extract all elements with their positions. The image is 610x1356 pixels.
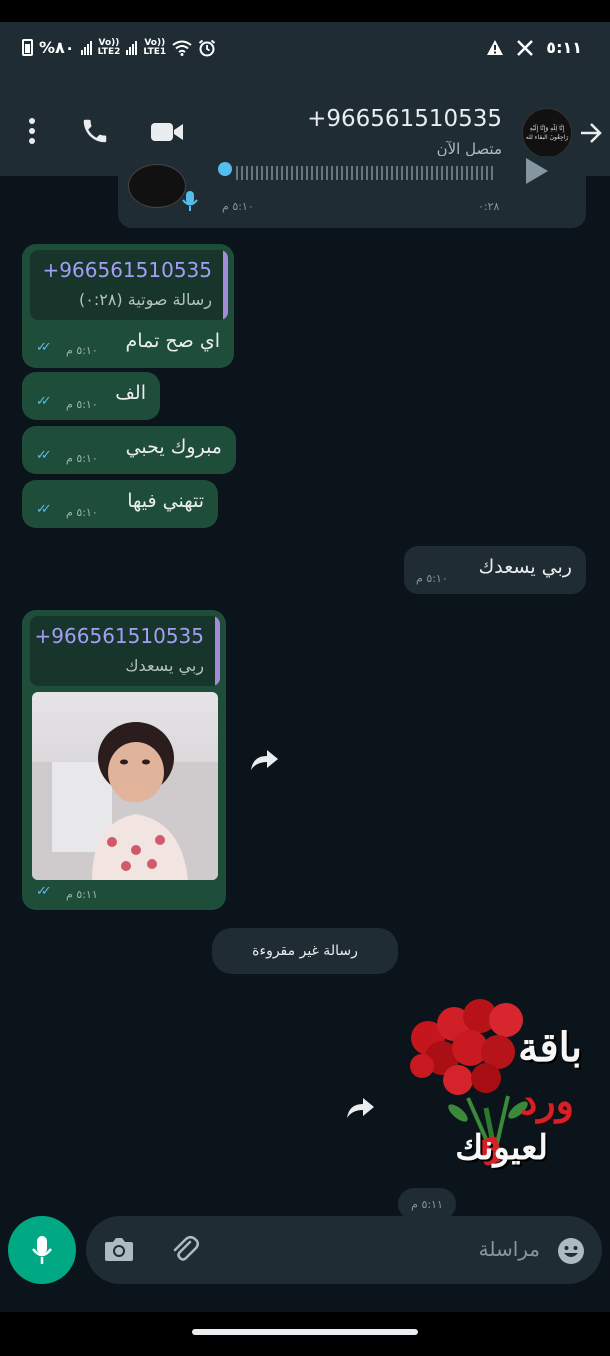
message-time: ٥:١٠ م	[66, 398, 98, 411]
voice-call-icon[interactable]	[80, 116, 110, 146]
voice-waveform[interactable]	[236, 166, 496, 180]
mic-icon	[32, 1236, 52, 1264]
message-text: ربي يسعدك	[478, 556, 572, 578]
message-text: الف	[115, 382, 146, 404]
message-text: تتهني فيها	[127, 490, 204, 512]
quoted-sender: +966561510535	[34, 624, 204, 648]
message-bubble-1[interactable]: +966561510535 رسالة صوتية (٠:٢٨) اي صح ت…	[22, 244, 234, 368]
signal-icon	[80, 40, 92, 55]
play-icon[interactable]	[526, 158, 548, 184]
attach-icon[interactable]	[170, 1234, 200, 1264]
image-attachment[interactable]	[32, 692, 218, 880]
battery-icon	[22, 39, 33, 56]
camera-icon[interactable]	[104, 1236, 134, 1262]
contact-name[interactable]: +966561510535	[307, 106, 502, 132]
read-ticks-icon: ✓✓	[36, 394, 52, 409]
message-bubble-6[interactable]: +966561510535 ربي يسعدك ٥:١١ م ✓✓	[22, 610, 226, 910]
sticker-text-line3: لعيونك	[455, 1128, 548, 1168]
unread-divider: رسالة غير مقروءة	[212, 928, 398, 974]
sticker-text-line1: باقة	[518, 1024, 582, 1071]
message-bubble-2[interactable]: الف ٥:١٠ م ✓✓	[22, 372, 160, 420]
voice-message-bubble[interactable]: ٠:٢٨ ٥:١٠ م	[118, 156, 586, 228]
message-input[interactable]: مراسلة	[86, 1216, 602, 1284]
voice-duration: ٠:٢٨	[478, 200, 500, 213]
composer: مراسلة	[0, 1208, 610, 1312]
message-time: ٥:١٠ م	[66, 506, 98, 519]
more-options-icon[interactable]	[28, 118, 36, 144]
chat-screen: %٨٠ Vo)) LTE2 Vo)) LTE1 ٥:١١ +966561510535…	[0, 22, 610, 1312]
wifi-icon	[172, 40, 192, 56]
message-bubble-5[interactable]: ربي يسعدك ٥:١٠ م	[404, 546, 586, 594]
system-nav-bar	[0, 1312, 610, 1356]
x-app-icon	[517, 39, 534, 56]
voice-avatar	[128, 164, 186, 208]
forward-icon	[347, 1098, 374, 1118]
input-placeholder: مراسلة	[478, 1237, 540, 1261]
message-list[interactable]: ٠:٢٨ ٥:١٠ م +966561510535 رسالة صوتية (٠…	[0, 156, 610, 1312]
message-bubble-4[interactable]: تتهني فيها ٥:١٠ م ✓✓	[22, 480, 218, 528]
forward-icon	[251, 750, 278, 770]
alarm-icon	[199, 39, 216, 56]
message-time: ٥:١٠ م	[416, 572, 448, 585]
message-bubble-3[interactable]: مبروك يحبي ٥:١٠ م ✓✓	[22, 426, 236, 474]
read-ticks-icon: ✓✓	[36, 340, 52, 355]
quoted-text: رسالة صوتية (٠:٢٨)	[78, 290, 212, 309]
forward-button[interactable]	[244, 740, 284, 780]
clock: ٥:١١	[546, 38, 582, 57]
sim1-indicator: Vo)) LTE2	[97, 37, 121, 57]
avatar[interactable]: إِنَّا لِلَّهِ وَإِنَّا إِلَيْهِ رَاجِعُ…	[522, 108, 572, 158]
quoted-message[interactable]: +966561510535 رسالة صوتية (٠:٢٨)	[30, 250, 228, 320]
message-time: ٥:١١ م	[66, 888, 98, 901]
warning-icon	[487, 40, 504, 55]
back-arrow-icon[interactable]	[578, 120, 604, 146]
quoted-sender: +966561510535	[42, 258, 212, 282]
message-time: ٥:١٠ م	[66, 452, 98, 465]
read-ticks-icon: ✓✓	[36, 884, 52, 899]
quoted-message[interactable]: +966561510535 ربي يسعدك	[30, 616, 220, 686]
child-photo	[32, 722, 218, 880]
message-time: ٥:١٠ م	[66, 344, 98, 357]
sim2-indicator: Vo)) LTE1	[143, 37, 167, 57]
voice-record-button[interactable]	[8, 1216, 76, 1284]
sticker-text-line2: ورد	[520, 1078, 574, 1123]
message-text: مبروك يحبي	[125, 436, 222, 458]
voice-scrubber-dot[interactable]	[218, 162, 232, 176]
read-ticks-icon: ✓✓	[36, 448, 52, 463]
status-bar: %٨٠ Vo)) LTE2 Vo)) LTE1 ٥:١١	[0, 22, 610, 78]
signal-icon-2	[126, 40, 138, 55]
sticker-message[interactable]: باقة ورد لعيونك	[398, 998, 586, 1188]
forward-button[interactable]	[340, 1088, 380, 1128]
message-time: ٥:١٠ م	[222, 200, 254, 213]
battery-level: %٨٠	[39, 38, 75, 57]
quoted-text: ربي يسعدك	[125, 656, 204, 675]
video-call-icon[interactable]	[150, 120, 184, 144]
read-ticks-icon: ✓✓	[36, 502, 52, 517]
mic-icon	[182, 191, 198, 211]
home-gesture-bar[interactable]	[192, 1329, 418, 1335]
emoji-icon[interactable]	[556, 1236, 586, 1266]
message-text: اي صح تمام	[125, 330, 220, 352]
